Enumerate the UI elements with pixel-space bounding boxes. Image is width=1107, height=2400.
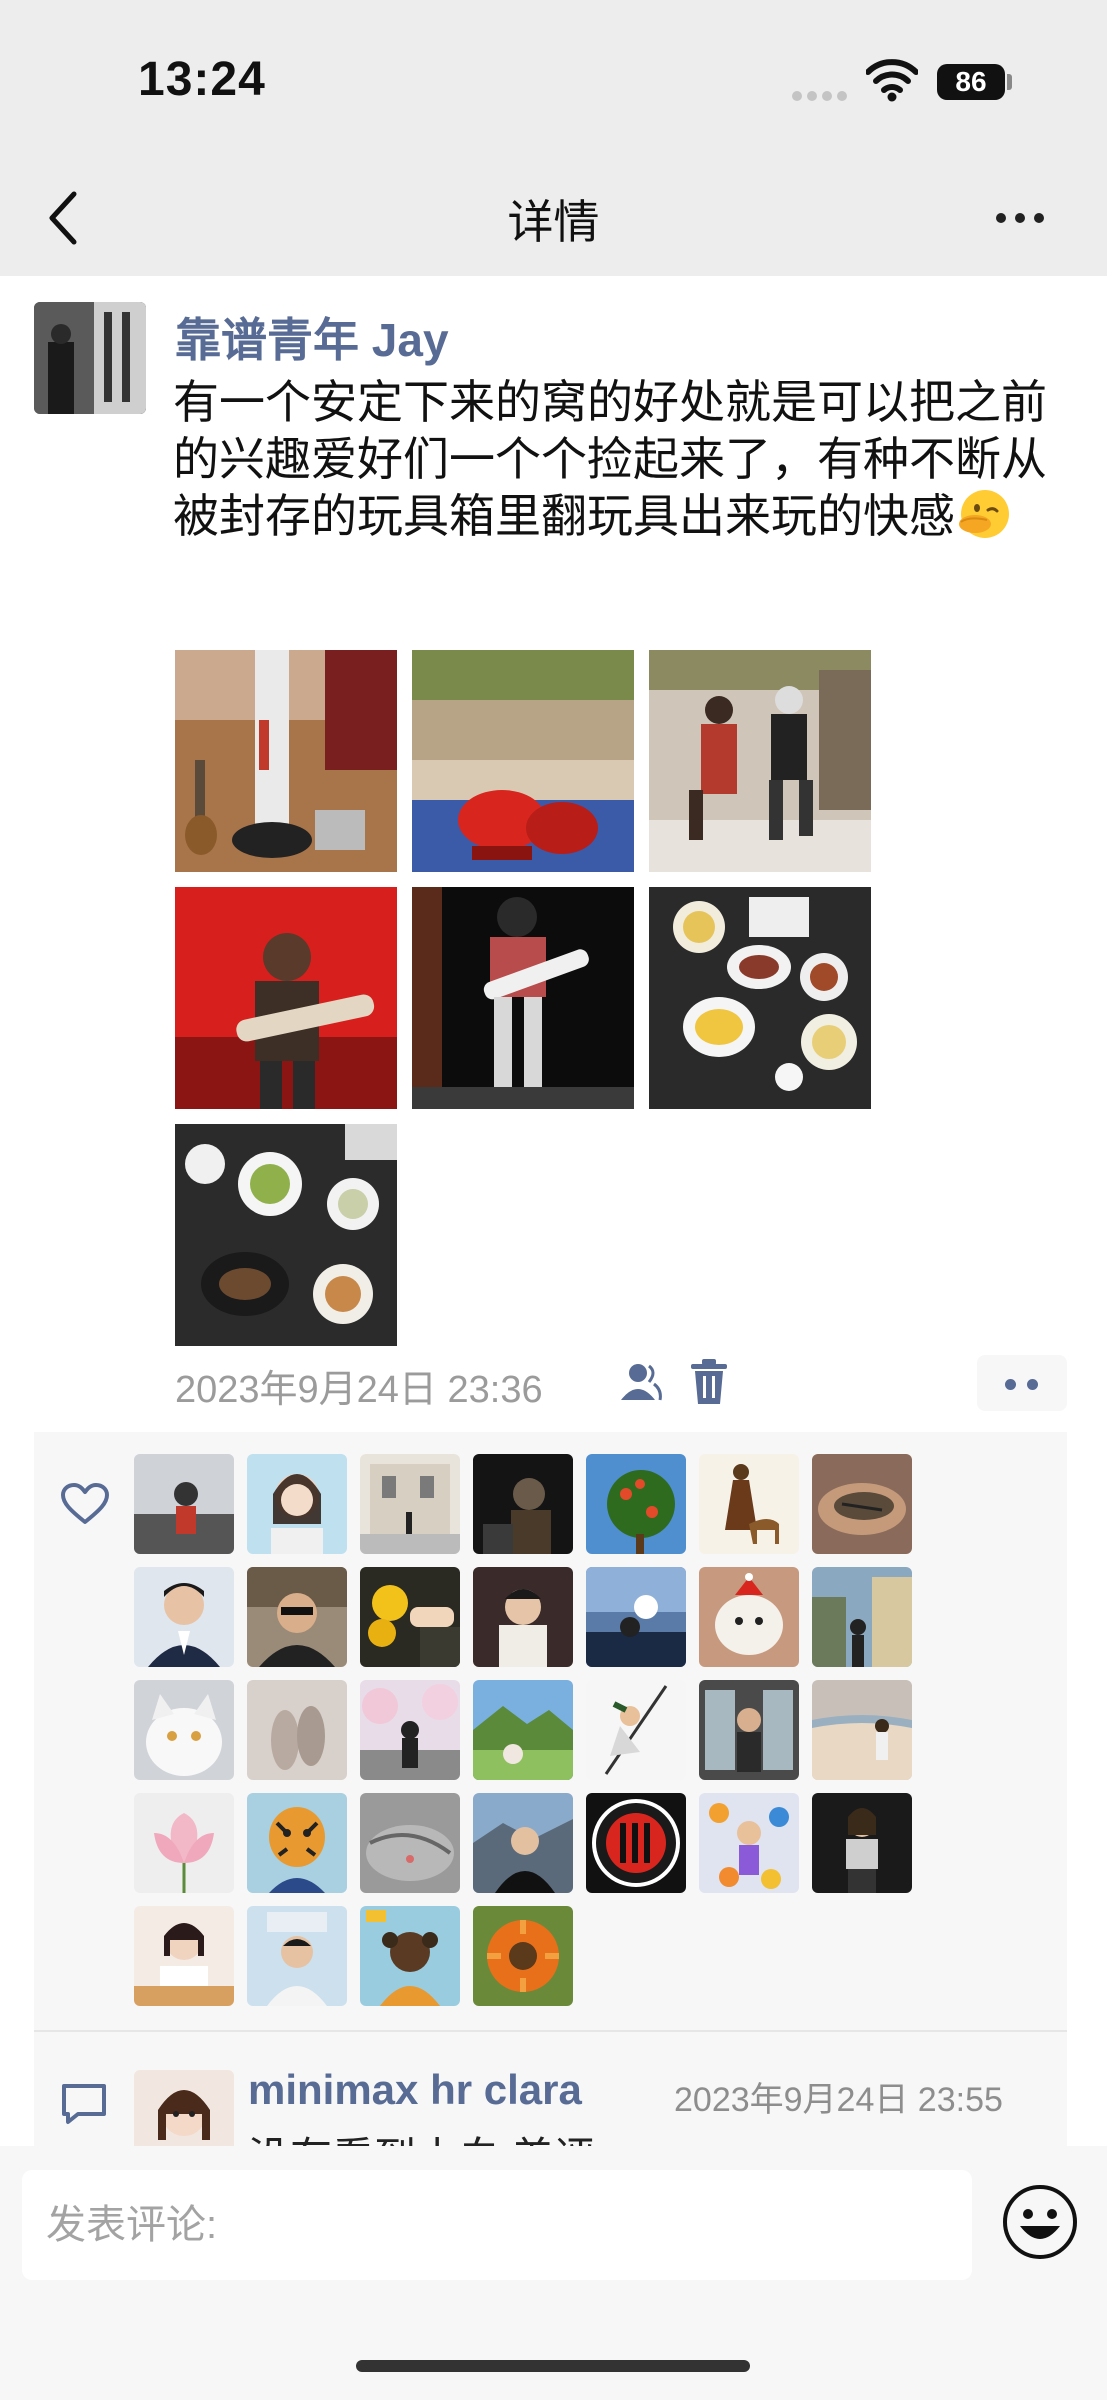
battery-icon: 86 bbox=[937, 64, 1005, 100]
visibility-group-icon[interactable] bbox=[618, 1360, 664, 1404]
liker-avatar[interactable] bbox=[134, 1680, 234, 1780]
liker-avatar[interactable] bbox=[134, 1793, 234, 1893]
post-photo-5[interactable] bbox=[412, 887, 634, 1109]
page-title: 详情 bbox=[507, 196, 600, 248]
more-options-icon[interactable] bbox=[996, 204, 1056, 232]
liker-avatar[interactable] bbox=[360, 1567, 460, 1667]
post-text-content: 有一个安定下来的窝的好处就是可以把之前的兴趣爱好们一个个捡起来了，有种不断从被封… bbox=[173, 376, 1047, 542]
post-author-name[interactable]: 靠谱青年 Jay bbox=[175, 304, 449, 370]
post-text: 有一个安定下来的窝的好处就是可以把之前的兴趣爱好们一个个捡起来了，有种不断从被封… bbox=[173, 374, 1063, 545]
liker-avatar[interactable] bbox=[473, 1567, 573, 1667]
liker-avatar[interactable] bbox=[134, 1906, 234, 2006]
liker-avatar[interactable] bbox=[812, 1793, 912, 1893]
liker-avatar[interactable] bbox=[247, 1793, 347, 1893]
liker-avatar[interactable] bbox=[360, 1680, 460, 1780]
home-indicator bbox=[356, 2360, 750, 2372]
liker-avatar[interactable] bbox=[699, 1567, 799, 1667]
wifi-icon bbox=[866, 59, 918, 102]
comment-author-name[interactable]: minimax hr clara bbox=[248, 2066, 582, 2114]
comment-timestamp: 2023年9月24日 23:55 bbox=[674, 2081, 1003, 2119]
post-photo-6[interactable] bbox=[649, 887, 871, 1109]
post-photo-1[interactable] bbox=[175, 650, 397, 872]
nav-bar: 详情 bbox=[0, 160, 1107, 276]
liker-avatar[interactable] bbox=[473, 1793, 573, 1893]
liker-avatar[interactable] bbox=[247, 1454, 347, 1554]
status-bar: 13:24 86 bbox=[0, 0, 1107, 160]
liker-avatar[interactable] bbox=[586, 1680, 686, 1780]
liker-avatar[interactable] bbox=[473, 1906, 573, 2006]
emoji-smile-icon[interactable] bbox=[1000, 2182, 1080, 2262]
post-photo-2[interactable] bbox=[412, 650, 634, 872]
liker-avatar[interactable] bbox=[699, 1680, 799, 1780]
liker-avatar[interactable] bbox=[699, 1454, 799, 1554]
comment-input[interactable] bbox=[22, 2170, 972, 2280]
trash-icon[interactable] bbox=[690, 1358, 728, 1406]
post-photo-4[interactable] bbox=[175, 887, 397, 1109]
liker-avatar[interactable] bbox=[360, 1793, 460, 1893]
post-timestamp: 2023年9月24日 23:36 bbox=[175, 1369, 543, 1411]
like-comment-menu-button[interactable] bbox=[977, 1355, 1067, 1411]
post-photo-7[interactable] bbox=[175, 1124, 397, 1346]
face-with-hand-over-mouth-emoji-icon bbox=[959, 490, 1009, 538]
battery-tip bbox=[1007, 74, 1012, 90]
liker-avatar[interactable] bbox=[360, 1906, 460, 2006]
liker-avatar[interactable] bbox=[473, 1454, 573, 1554]
liker-avatar[interactable] bbox=[473, 1680, 573, 1780]
liker-avatar[interactable] bbox=[812, 1454, 912, 1554]
liker-avatar[interactable] bbox=[586, 1793, 686, 1893]
status-time: 13:24 bbox=[138, 53, 266, 106]
liker-avatar[interactable] bbox=[699, 1793, 799, 1893]
liker-avatar[interactable] bbox=[134, 1454, 234, 1554]
liker-avatar[interactable] bbox=[812, 1680, 912, 1780]
comment-bubble-icon bbox=[62, 2084, 106, 2124]
liker-avatar[interactable] bbox=[247, 1680, 347, 1780]
liker-avatar[interactable] bbox=[247, 1906, 347, 2006]
author-avatar[interactable] bbox=[34, 302, 146, 414]
liker-avatar[interactable] bbox=[247, 1567, 347, 1667]
liker-avatar[interactable] bbox=[360, 1454, 460, 1554]
cellular-signal-icon bbox=[792, 88, 852, 106]
liker-avatar[interactable] bbox=[812, 1567, 912, 1667]
heart-outline-icon bbox=[61, 1483, 109, 1524]
liker-avatar[interactable] bbox=[586, 1567, 686, 1667]
post-photo-3[interactable] bbox=[649, 650, 871, 872]
liker-avatar[interactable] bbox=[134, 1567, 234, 1667]
liker-avatar[interactable] bbox=[586, 1454, 686, 1554]
